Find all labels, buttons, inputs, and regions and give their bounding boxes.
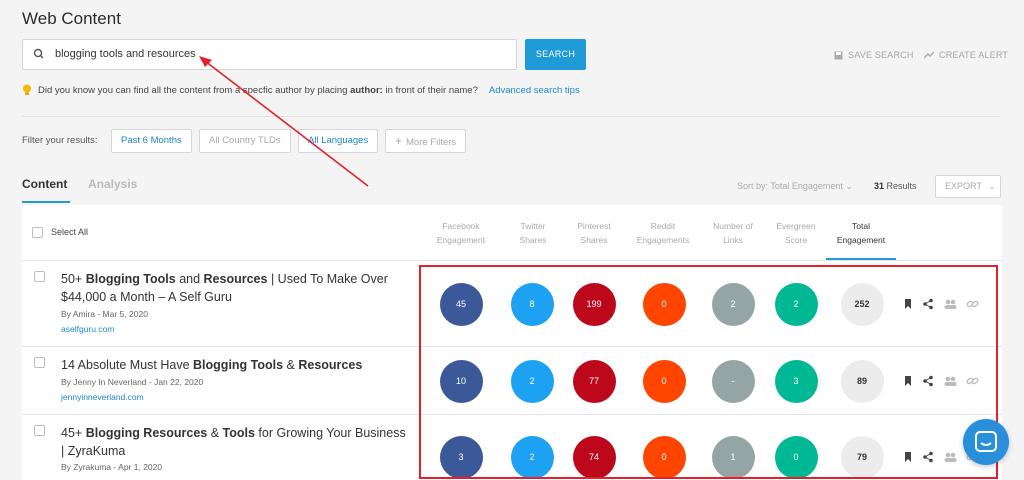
- tab-content[interactable]: Content: [22, 177, 67, 191]
- create-alert-label: CREATE ALERT: [939, 50, 1009, 60]
- chevron-down-icon: ⌄: [988, 181, 996, 191]
- results-count: 31 Results: [874, 181, 917, 191]
- article-meta: By Amira - Mar 5, 2020: [61, 309, 148, 319]
- col-pinterest-shares[interactable]: Pinterest Shares: [558, 219, 630, 247]
- active-tab-indicator: [22, 201, 70, 203]
- save-icon: [834, 51, 843, 59]
- article-title-link[interactable]: 14 Absolute Must Have Blogging Tools & R…: [61, 356, 411, 374]
- article-title-link[interactable]: 50+ Blogging Tools and Resources | Used …: [61, 270, 411, 306]
- col-reddit-engagements[interactable]: Reddit Engagements: [627, 219, 699, 247]
- plus-icon: +: [395, 134, 403, 148]
- article-meta: By Jenny In Neverland - Jan 22, 2020: [61, 377, 204, 387]
- article-domain-link[interactable]: aselfguru.com: [61, 324, 114, 334]
- col-number-of-links[interactable]: Number of Links: [697, 219, 769, 247]
- article-title-link[interactable]: 45+ Blogging Resources & Tools for Growi…: [61, 424, 411, 460]
- col-evergreen-score[interactable]: Evergreen Score: [760, 219, 832, 247]
- lightbulb-icon: [23, 84, 31, 95]
- advanced-search-tips-link[interactable]: Advanced search tips: [489, 85, 580, 96]
- chevron-down-icon: ⌄: [845, 181, 853, 191]
- row-checkbox[interactable]: [34, 271, 45, 282]
- article-domain-link[interactable]: jennyinneverland.com: [61, 392, 144, 402]
- search-query: blogging tools and resources: [55, 48, 196, 60]
- export-label: EXPORT: [945, 181, 982, 191]
- trend-icon: [924, 51, 934, 59]
- create-alert-button[interactable]: CREATE ALERT: [924, 50, 1008, 60]
- select-all-label: Select All: [51, 227, 89, 237]
- search-input[interactable]: blogging tools and resources: [22, 39, 517, 70]
- divider: [22, 116, 1000, 117]
- select-all-checkbox[interactable]: [32, 227, 43, 238]
- filter-languages[interactable]: All Languages: [298, 129, 379, 153]
- search-button[interactable]: SEARCH: [525, 39, 586, 70]
- row-checkbox[interactable]: [34, 357, 45, 368]
- chat-icon: [975, 431, 997, 452]
- annotation-highlight-box: [419, 265, 998, 479]
- more-filters-label: More Filters: [406, 137, 457, 148]
- filter-country-tlds[interactable]: All Country TLDs: [199, 129, 291, 153]
- row-checkbox[interactable]: [34, 425, 45, 436]
- search-tip: Did you know you can find all the conten…: [22, 84, 580, 96]
- col-facebook-engagement[interactable]: Facebook Engagement: [425, 219, 497, 247]
- filter-past-6-months[interactable]: Past 6 Months: [111, 129, 192, 153]
- export-button[interactable]: EXPORT ⌄: [935, 175, 1001, 198]
- table-header: Select All Facebook Engagement Twitter Sha…: [22, 205, 1002, 261]
- sort-label: Sort by: Total Engagement: [737, 181, 843, 191]
- save-search-label: SAVE SEARCH: [848, 50, 914, 60]
- col-total-engagement[interactable]: Total Engagement: [825, 219, 897, 247]
- sort-dropdown[interactable]: Sort by: Total Engagement ⌄: [737, 181, 853, 192]
- chat-button[interactable]: [963, 419, 1009, 465]
- search-icon: [33, 48, 44, 59]
- more-filters-button[interactable]: + More Filters: [385, 129, 467, 153]
- article-meta: By Zyrakuma - Apr 1, 2020: [61, 462, 163, 472]
- tip-text: Did you know you can find all the conten…: [38, 84, 478, 96]
- filter-label: Filter your results:: [22, 135, 98, 146]
- active-sort-indicator: [826, 258, 896, 260]
- page-title: Web Content: [22, 9, 121, 28]
- save-search-button[interactable]: SAVE SEARCH: [834, 50, 914, 60]
- tab-analysis[interactable]: Analysis: [88, 177, 137, 191]
